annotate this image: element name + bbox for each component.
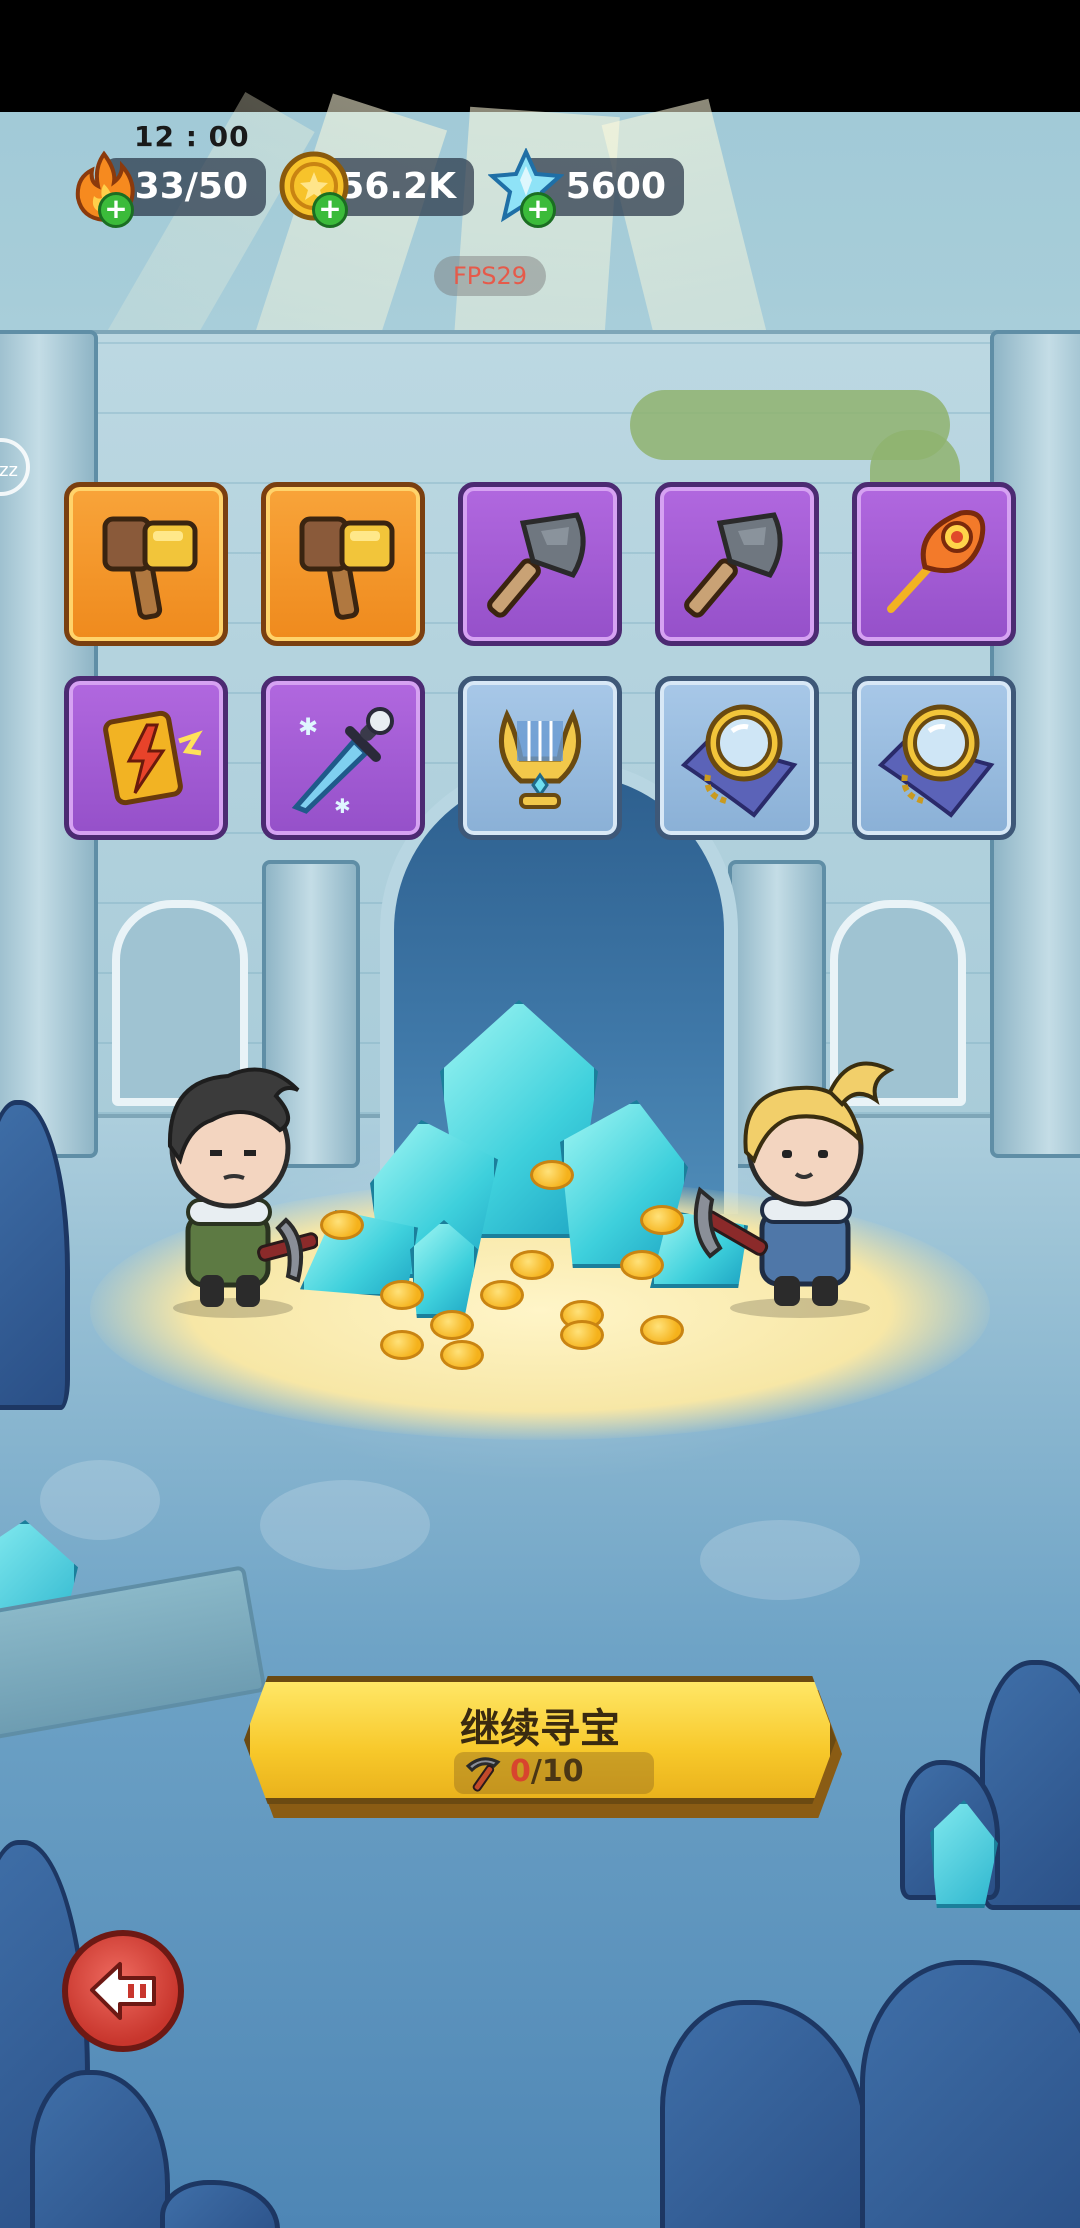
lightning-scroll-icon <box>103 710 203 806</box>
stone-axe-icon <box>684 512 783 618</box>
golden-hammer-icon <box>102 516 198 620</box>
stone-axe-icon <box>487 512 586 618</box>
add-gem-icon[interactable]: + <box>520 192 556 228</box>
floor-puddle <box>700 1520 860 1600</box>
reward-item-grid: ✱ ✱ <box>64 482 1016 842</box>
add-energy-icon[interactable]: + <box>98 192 134 228</box>
item-slot-golden-hammer[interactable] <box>64 482 228 646</box>
frost-dagger-icon: ✱ ✱ <box>291 707 394 818</box>
gold-coin <box>440 1340 484 1370</box>
back-button[interactable] <box>62 1930 184 2052</box>
status-bar <box>0 0 1080 112</box>
gold-coin <box>530 1160 574 1190</box>
gold-coin <box>510 1250 554 1280</box>
item-slot-magnifying-glass[interactable] <box>655 676 819 840</box>
floor-puddle <box>260 1480 430 1570</box>
svg-text:✱: ✱ <box>298 713 318 741</box>
clock-text: 12 : 00 <box>134 120 250 153</box>
floor-puddle <box>40 1460 160 1540</box>
golden-lyre-icon <box>498 708 582 809</box>
pickaxe-counter: 0/10 <box>510 1754 584 1789</box>
pickaxe-count-total: /10 <box>530 1754 584 1789</box>
item-slot-magnifying-glass[interactable] <box>852 676 1016 840</box>
foreground-rock <box>30 2070 170 2228</box>
gold-value: 56.2K <box>339 166 456 207</box>
game-scene: 12 : 00 33/50 + 56.2K + 5600 + FPS29 zz <box>0 0 1080 2228</box>
foreground-rock <box>660 2000 870 2228</box>
miner-character-right <box>693 1061 895 1318</box>
magnifying-glass-icon <box>680 704 798 818</box>
foreground-rock <box>860 1960 1080 2228</box>
gold-coin <box>560 1320 604 1350</box>
item-slot-lightning-scroll[interactable] <box>64 676 228 840</box>
item-slot-phoenix-feather[interactable] <box>852 482 1016 646</box>
item-slot-stone-axe[interactable] <box>458 482 622 646</box>
energy-value: 33/50 <box>134 166 248 207</box>
gold-coin <box>380 1280 424 1310</box>
continue-treasure-hunt-button[interactable]: 继续寻宝 0/10 <box>244 1676 836 1804</box>
gold-coin <box>430 1310 474 1340</box>
item-slot-stone-axe[interactable] <box>655 482 819 646</box>
phoenix-feather-icon <box>887 510 986 613</box>
pickaxe-count-current: 0 <box>510 1754 531 1789</box>
gold-coin <box>640 1205 684 1235</box>
gold-coin <box>480 1280 524 1310</box>
back-arrow-icon <box>90 1962 156 2020</box>
gold-coin <box>380 1330 424 1360</box>
item-slot-frost-dagger[interactable]: ✱ ✱ <box>261 676 425 840</box>
miner-character-left <box>167 1067 318 1318</box>
fps-counter: FPS29 <box>434 256 546 296</box>
gem-value: 5600 <box>565 166 666 207</box>
pickaxe-icon <box>465 1757 501 1792</box>
magnifying-glass-icon <box>877 704 995 818</box>
golden-hammer-icon <box>299 516 395 620</box>
svg-text:✱: ✱ <box>334 794 351 818</box>
item-slot-golden-lyre[interactable] <box>458 676 622 840</box>
add-gold-icon[interactable]: + <box>312 192 348 228</box>
item-slot-golden-hammer[interactable] <box>261 482 425 646</box>
continue-button-label: 继续寻宝 <box>460 1706 620 1752</box>
foreground-rock <box>160 2180 280 2228</box>
gold-coin <box>620 1250 664 1280</box>
gold-coin <box>320 1210 364 1240</box>
gold-coin <box>640 1315 684 1345</box>
